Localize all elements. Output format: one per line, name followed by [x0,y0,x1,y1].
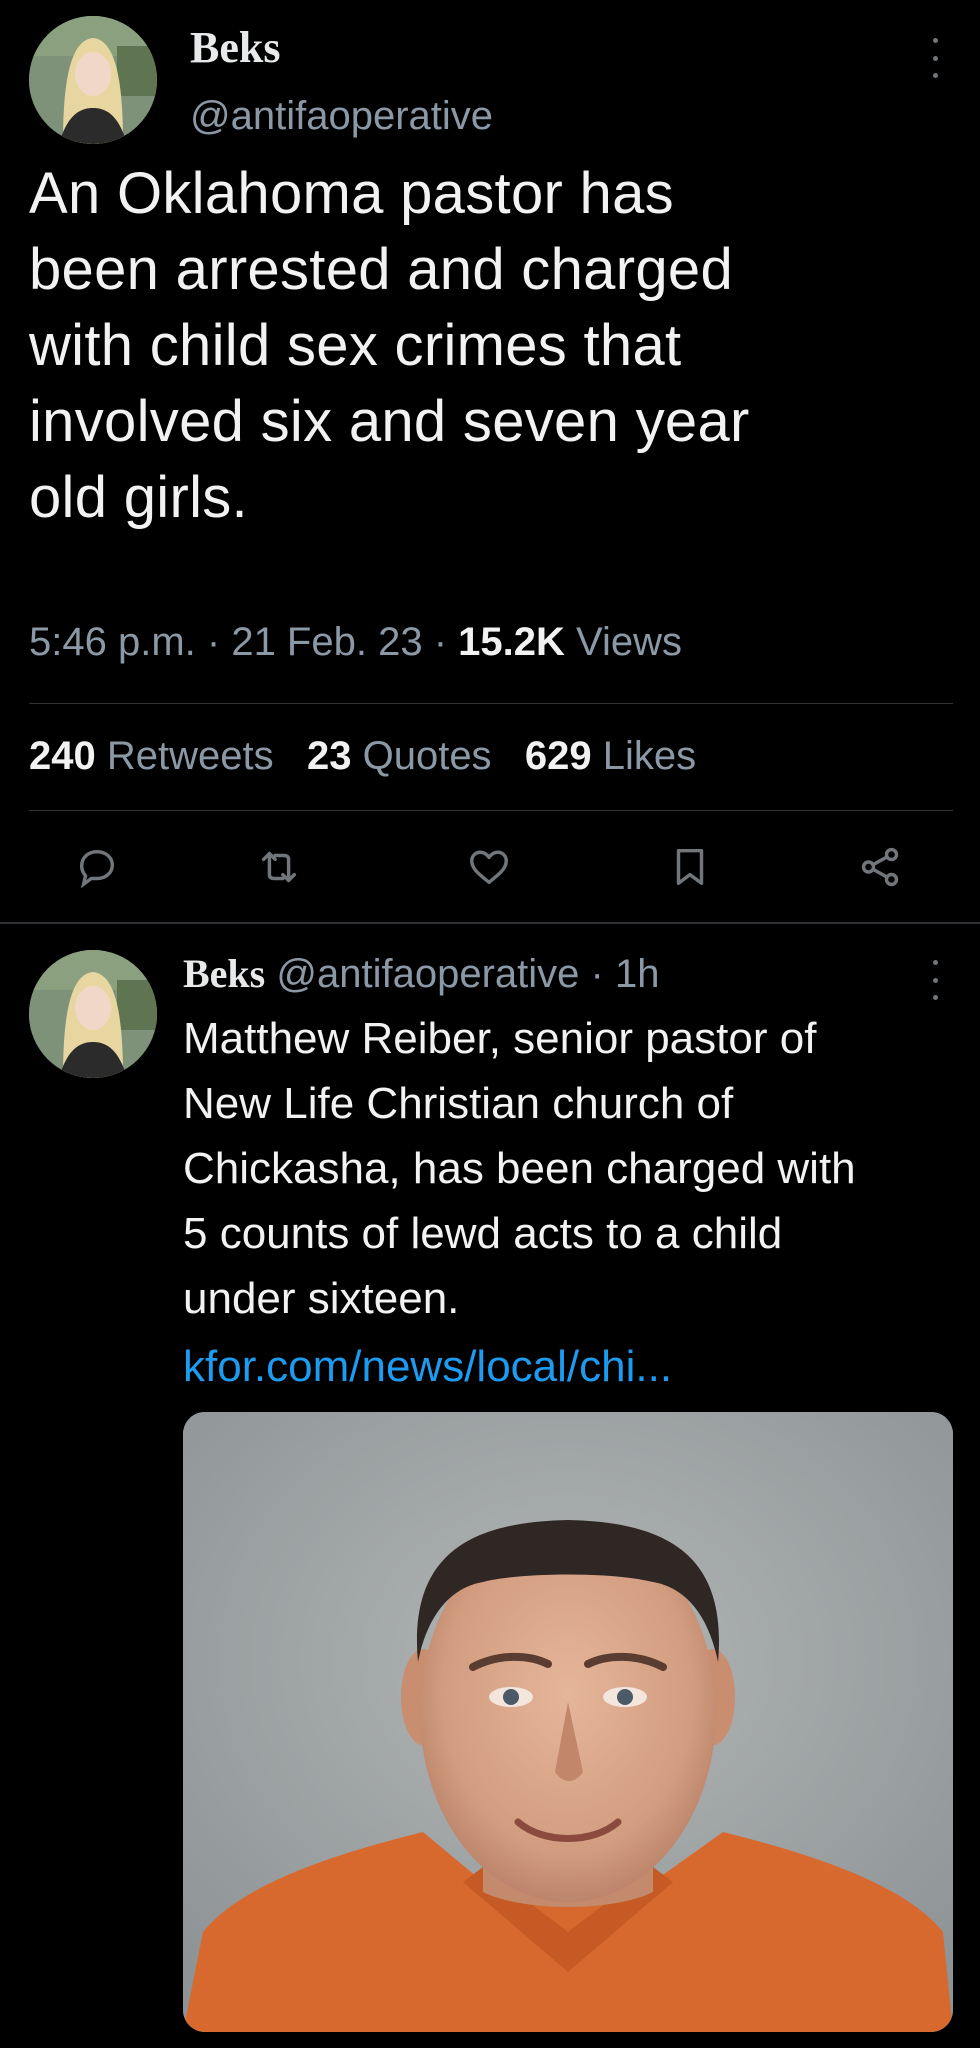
reply-text-line: 5 counts of lewd acts to a child [183,1209,783,1258]
tweet-text: An Oklahoma pastor has been arrested and… [29,156,959,536]
reply-header: Beks @antifaoperative · 1h [183,950,659,997]
quotes-label: Quotes [362,734,492,778]
author-name[interactable]: Beks [190,22,280,73]
article-link[interactable]: kfor.com/news/local/chi... [183,1342,672,1392]
reply-text-line: Matthew Reiber, senior pastor of [183,1014,817,1063]
meta-dot: · [433,620,459,664]
tweet-time[interactable]: 5:46 p.m. [29,620,196,664]
author-handle[interactable]: @antifaoperative [190,94,493,139]
reply-text-line: Chickasha, has been charged with [183,1144,856,1193]
tweet-text-line: An Oklahoma pastor has [29,161,674,226]
reply-more-options-icon[interactable] [924,960,946,1000]
tweet-text-line: with child sex crimes that [29,313,682,378]
retweets-label: Retweets [106,734,274,778]
reply-age[interactable]: 1h [615,952,660,996]
bookmark-icon[interactable] [667,844,713,890]
retweets-count: 240 [29,734,96,778]
likes-label: Likes [602,734,697,778]
reply-text-line: New Life Christian church of [183,1079,734,1128]
divider [29,810,953,811]
likes-stat[interactable]: 629 Likes [525,734,696,778]
tweet-text-line: old girls. [29,465,248,530]
tweet-text-line: involved six and seven year [29,389,750,454]
retweet-icon[interactable] [256,844,302,890]
attached-photo[interactable] [183,1412,953,2032]
reply-author-handle[interactable]: @antifaoperative [276,952,579,996]
reply-text: Matthew Reiber, senior pastor of New Lif… [183,1006,963,1331]
reply-author-name[interactable]: Beks [183,951,265,996]
views-label: Views [576,620,682,664]
more-options-icon[interactable] [924,38,946,78]
tweet-text-line: been arrested and charged [29,237,734,302]
tweet-meta: 5:46 p.m. · 21 Feb. 23 · 15.2K Views [29,620,682,665]
divider [29,703,953,704]
quotes-count: 23 [306,734,352,778]
tweet-separator [0,922,980,924]
reply-author-avatar[interactable] [29,950,157,1078]
engagement-stats: 240 Retweets 23 Quotes 629 Likes [29,734,696,779]
quotes-stat[interactable]: 23 Quotes [307,734,492,778]
author-avatar[interactable] [29,16,157,144]
views-count: 15.2K [458,620,565,664]
like-icon[interactable] [466,844,512,890]
likes-count: 629 [524,734,592,778]
reply-icon[interactable] [74,844,120,890]
header-dot: · [590,952,615,996]
meta-dot: · [206,620,232,664]
reply-text-line: under sixteen. [183,1274,460,1323]
retweets-stat[interactable]: 240 Retweets [29,734,274,778]
tweet-date[interactable]: 21 Feb. 23 [231,620,422,664]
share-icon[interactable] [857,844,903,890]
